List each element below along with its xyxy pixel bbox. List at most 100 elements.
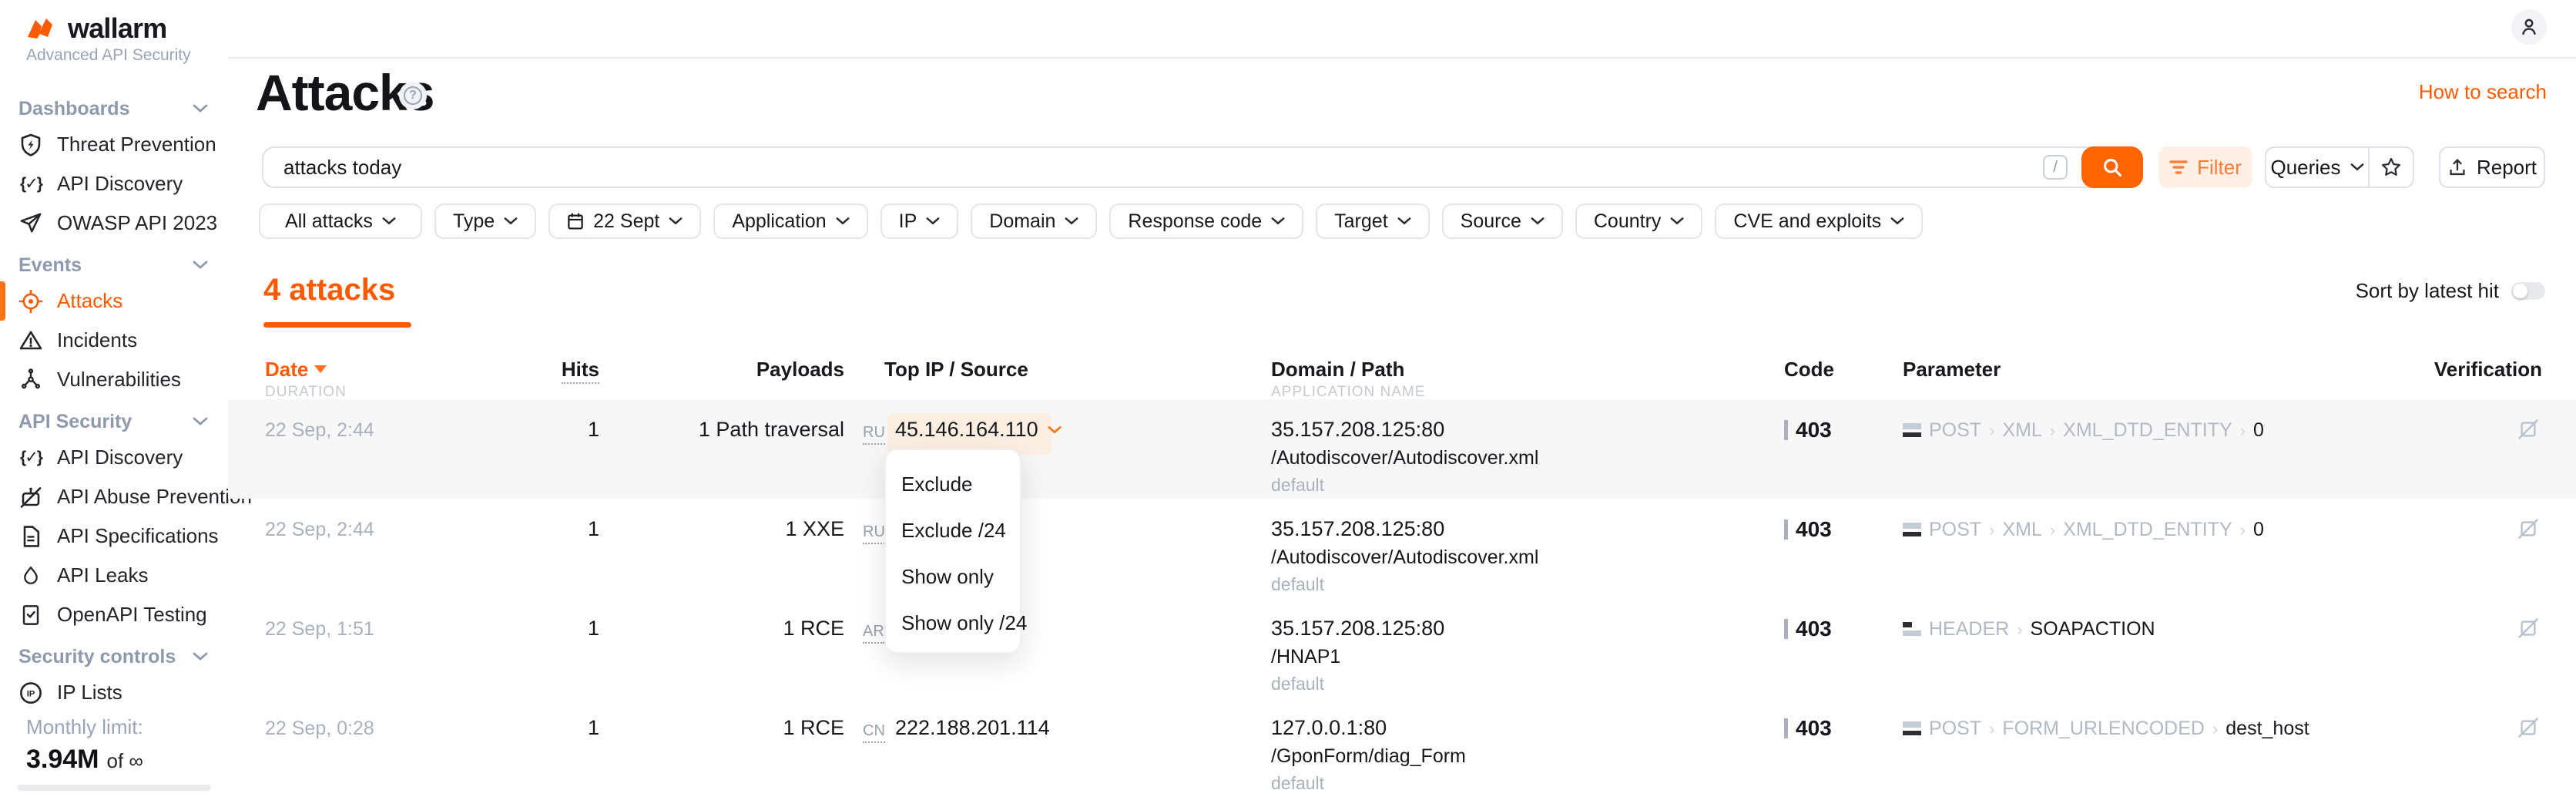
chip-country[interactable]: Country [1575, 203, 1703, 239]
chip-label: Type [453, 210, 495, 233]
chip-response-code[interactable]: Response code [1109, 203, 1303, 239]
sidebar-item-vulnerabilities[interactable]: Vulnerabilities [0, 360, 228, 399]
col-header-hits[interactable]: Hits [524, 358, 599, 382]
sort-toggle[interactable] [2511, 282, 2545, 300]
results-count: 4 attacks [263, 273, 395, 308]
cell-parameter: POST› XML› XML_DTD_ENTITY› 0 [1903, 419, 2264, 442]
how-to-search-link[interactable]: How to search [2419, 80, 2547, 104]
favorite-query-button[interactable] [2368, 146, 2414, 188]
verification-flag-icon[interactable] [2517, 617, 2539, 645]
vulnerability-icon [18, 368, 43, 392]
chip-ip[interactable]: IP [880, 203, 959, 239]
chip-label: Domain [989, 210, 1055, 233]
col-subheader-duration: DURATION [265, 384, 347, 401]
menu-item-show-only-24[interactable]: Show only /24 [886, 600, 1020, 646]
help-button[interactable]: ? [399, 82, 427, 109]
ip-dropdown-trigger[interactable]: 45.146.164.110 [895, 418, 1062, 442]
menu-item-exclude-24[interactable]: Exclude /24 [886, 507, 1020, 553]
table-row[interactable]: 22 Sep, 2:44 1 1 XXE RU 35.157.208.125:8… [0, 499, 2576, 597]
sidebar-item-label: Threat Prevention [57, 133, 216, 156]
verification-flag-icon[interactable] [2517, 517, 2539, 546]
cell-ip[interactable]: 222.188.201.114 [895, 716, 1050, 740]
chip-source[interactable]: Source [1442, 203, 1563, 239]
sidebar-item-owasp-api-2023[interactable]: OWASP API 2023 [0, 203, 228, 243]
ip-context-menu: Exclude Exclude /24 Show only Show only … [884, 449, 1021, 654]
code-bar-icon [1784, 420, 1788, 440]
chevron-down-icon [504, 217, 518, 226]
table-row[interactable]: 22 Sep, 1:51 1 1 RCE AR 35.157.208.125:8… [0, 598, 2576, 697]
logo[interactable]: wallarm [26, 12, 166, 45]
brand-subtitle: Advanced API Security [26, 46, 191, 65]
sidebar-item-api-discovery[interactable]: {✓} API Discovery [0, 164, 228, 203]
chevron-down-icon [1890, 217, 1904, 226]
cell-parameter: POST› FORM_URLENCODED› dest_host [1903, 718, 2309, 740]
code-bar-icon [1784, 619, 1788, 639]
country-code[interactable]: AR [863, 623, 884, 644]
col-header-date[interactable]: Date [265, 358, 327, 382]
chip-label: IP [899, 210, 917, 233]
sidebar-item-incidents[interactable]: Incidents [0, 321, 228, 360]
param-separator: › [1989, 520, 1994, 540]
filter-button[interactable]: Filter [2158, 146, 2252, 188]
cell-date: 22 Sep, 1:51 [265, 618, 374, 641]
cell-application: default [1271, 674, 1324, 694]
filter-button-label: Filter [2197, 156, 2242, 180]
chip-date[interactable]: 22 Sept [548, 203, 701, 239]
sidebar-item-attacks[interactable]: Attacks [0, 281, 228, 321]
section-label: Events [18, 254, 193, 277]
chevron-down-icon [669, 217, 683, 226]
active-indicator [0, 281, 5, 321]
report-button[interactable]: Report [2439, 146, 2545, 188]
chip-domain[interactable]: Domain [971, 203, 1097, 239]
upload-icon [2447, 157, 2467, 177]
param-separator: › [2050, 520, 2055, 540]
nav-section-events[interactable]: Events [0, 249, 228, 281]
chip-cve-and-exploits[interactable]: CVE and exploits [1715, 203, 1923, 239]
user-menu-button[interactable] [2511, 9, 2547, 45]
verification-flag-icon[interactable] [2517, 418, 2539, 446]
filter-icon [2169, 160, 2188, 175]
chip-application[interactable]: Application [713, 203, 867, 239]
country-code[interactable]: CN [863, 722, 885, 743]
table-row[interactable]: 22 Sep, 2:44 1 1 Path traversal RU 45.14… [0, 399, 2576, 498]
menu-item-exclude[interactable]: Exclude [886, 461, 1020, 507]
verification-flag-icon[interactable] [2517, 716, 2539, 745]
table-row[interactable]: 22 Sep, 0:28 1 1 RCE CN 222.188.201.114 … [0, 698, 2576, 796]
cell-domain: 127.0.0.1:80 [1271, 716, 1387, 740]
chevron-down-icon [926, 217, 940, 226]
chevron-down-icon [1670, 217, 1684, 226]
sidebar-item-label: Vulnerabilities [57, 368, 181, 392]
cell-application: default [1271, 475, 1324, 496]
person-icon [2519, 17, 2539, 37]
filter-chip-row: All attacks Type 22 Sept Application IP … [259, 203, 1923, 239]
cell-payloads[interactable]: 1 RCE [616, 716, 844, 740]
search-button[interactable] [2081, 146, 2143, 188]
chip-all-attacks[interactable]: All attacks [259, 203, 422, 239]
cell-payloads[interactable]: 1 RCE [616, 617, 844, 641]
star-icon [2380, 156, 2402, 178]
param-separator: › [1989, 719, 1994, 739]
chip-type[interactable]: Type [434, 203, 536, 239]
cell-path: /Autodiscover/Autodiscover.xml [1271, 546, 1538, 569]
cell-path: /HNAP1 [1271, 646, 1340, 668]
chip-target[interactable]: Target [1316, 203, 1429, 239]
chip-label: Response code [1128, 210, 1262, 233]
search-input[interactable] [262, 146, 2143, 188]
country-code[interactable]: RU [863, 424, 885, 445]
cell-domain: 35.157.208.125:80 [1271, 517, 1444, 541]
queries-button[interactable]: Queries [2265, 146, 2370, 188]
request-body-icon [1903, 521, 1921, 540]
col-subheader-application: APPLICATION NAME [1271, 384, 1425, 401]
brand-name: wallarm [68, 12, 166, 45]
country-code[interactable]: RU [863, 523, 885, 544]
code-bar-icon [1784, 718, 1788, 738]
cell-date: 22 Sep, 2:44 [265, 419, 374, 442]
cell-payloads[interactable]: 1 Path traversal [616, 418, 844, 442]
sidebar-item-threat-prevention[interactable]: Threat Prevention [0, 125, 228, 164]
slash-shortcut-badge: / [2043, 155, 2068, 180]
nav-section-dashboards[interactable]: Dashboards [0, 92, 228, 125]
chip-label: Application [732, 210, 826, 233]
cell-payloads[interactable]: 1 XXE [616, 517, 844, 541]
cell-hits: 1 [524, 418, 599, 442]
menu-item-show-only[interactable]: Show only [886, 553, 1020, 600]
